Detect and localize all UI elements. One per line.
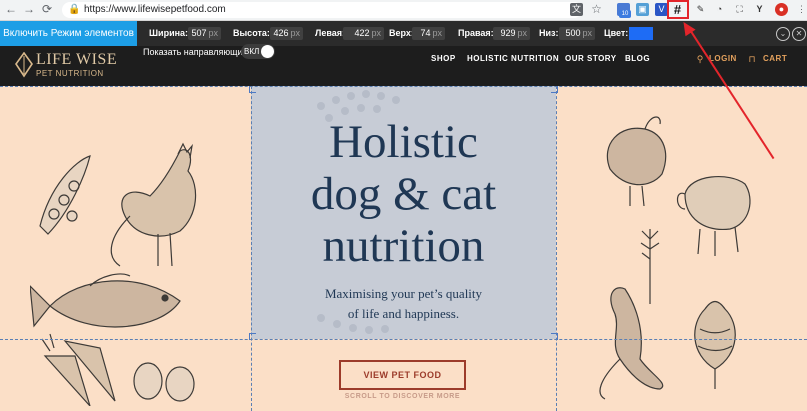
- hero-title-line-1: Holistic: [329, 116, 478, 168]
- guides-toggle-label: ВКЛ: [244, 47, 260, 56]
- guide-top: [0, 86, 807, 87]
- guide-left: [251, 86, 252, 411]
- hero-subtitle-line-1: Maximising your pet’s quality: [324, 286, 483, 301]
- leaf-logo-icon: [15, 52, 33, 78]
- corner-bl: [249, 333, 256, 340]
- extension-badge-count: 10: [619, 10, 631, 18]
- profile-icon[interactable]: ●: [775, 3, 788, 16]
- color-swatch[interactable]: [629, 27, 653, 40]
- nav-holistic-nutrition[interactable]: HOLISTIC NUTRITION: [467, 54, 559, 64]
- guide-right: [556, 86, 557, 411]
- view-pet-food-button[interactable]: VIEW PET FOOD: [339, 360, 466, 390]
- address-bar[interactable]: 🔒 https://www.lifewisepetfood.com: [62, 2, 582, 18]
- nav-login[interactable]: LOGIN: [709, 54, 737, 64]
- nav-our-story[interactable]: OUR STORY: [565, 54, 617, 64]
- guides-toggle[interactable]: ВКЛ: [241, 44, 275, 59]
- bottom-label: Низ:: [539, 28, 559, 38]
- cart-icon: ⊓: [748, 54, 756, 64]
- height-label: Высота:: [233, 28, 270, 38]
- color-label: Цвет:: [604, 28, 629, 38]
- logo-sub-text: PET NUTRITION: [36, 69, 104, 78]
- reload-icon[interactable]: ⟳: [40, 2, 54, 16]
- forward-icon[interactable]: →: [22, 2, 36, 16]
- wild-animals-illustration: [599, 116, 751, 400]
- site-logo[interactable]: LIFE WISE PET NUTRITION: [14, 50, 124, 80]
- y-extension-icon[interactable]: Y: [753, 3, 766, 16]
- highlight-box: [667, 0, 689, 19]
- height-field[interactable]: 426 px: [270, 27, 303, 40]
- right-label: Правая:: [458, 28, 494, 38]
- hero-subtitle: Maximising your pet’s quality of life an…: [251, 284, 556, 324]
- lock-icon: 🔒: [68, 4, 81, 15]
- login-icon: ⚲: [696, 54, 704, 64]
- show-guides-label: Показать направляющие:: [143, 47, 251, 57]
- logo-main-text: LIFE WISE: [36, 51, 118, 68]
- hero-title-line-2: dog & cat: [310, 168, 497, 220]
- hero-title: Holistic dog & cat nutrition: [251, 116, 556, 272]
- top-field[interactable]: 74 px: [412, 27, 445, 40]
- width-field[interactable]: 507 px: [188, 27, 221, 40]
- guide-bottom: [0, 339, 807, 340]
- nav-shop[interactable]: SHOP: [431, 54, 456, 64]
- width-label: Ширина:: [149, 28, 189, 38]
- bottom-field[interactable]: 500 px: [559, 27, 595, 40]
- hero-section: Holistic dog & cat nutrition Maximising …: [0, 86, 807, 411]
- translate-icon[interactable]: 文: [570, 3, 583, 16]
- hero-subtitle-line-2: of life and happiness.: [347, 306, 460, 321]
- collapse-icon[interactable]: ⌄: [776, 27, 790, 41]
- corner-tr: [551, 86, 558, 93]
- menu-icon[interactable]: ⋮: [795, 3, 807, 16]
- left-label: Левая:: [315, 28, 345, 38]
- nav-cart[interactable]: CART: [763, 54, 787, 64]
- scroll-hint: SCROLL TO DISCOVER MORE: [344, 393, 461, 400]
- element-mode-button[interactable]: Включить Режим элементов: [0, 21, 137, 46]
- corner-br: [551, 333, 558, 340]
- back-icon[interactable]: ←: [4, 2, 18, 16]
- hero-title-line-3: nutrition: [322, 220, 485, 272]
- url-text: https://www.lifewisepetfood.com: [84, 4, 226, 15]
- nav-blog[interactable]: BLOG: [625, 54, 650, 64]
- star-icon[interactable]: ☆: [590, 3, 603, 16]
- speed-icon[interactable]: ◔: [713, 3, 726, 16]
- extension-icon[interactable]: ▣: [636, 3, 649, 16]
- screenshot-icon[interactable]: ⛶: [733, 3, 746, 16]
- corner-tl: [249, 86, 256, 93]
- switch-knob: [261, 45, 274, 58]
- browser-toolbar: ← → ⟳ 🔒 https://www.lifewisepetfood.com …: [0, 0, 807, 21]
- left-field[interactable]: 422 px: [343, 27, 384, 40]
- top-label: Верх:: [389, 28, 414, 38]
- farm-animals-illustration: [30, 142, 197, 406]
- hero-content-panel: Holistic dog & cat nutrition Maximising …: [251, 86, 556, 339]
- right-field[interactable]: 929 px: [493, 27, 530, 40]
- site-header: LIFE WISE PET NUTRITION Показать направл…: [0, 44, 807, 86]
- close-icon[interactable]: ✕: [792, 27, 806, 41]
- eyedropper-icon[interactable]: ✎: [694, 3, 707, 16]
